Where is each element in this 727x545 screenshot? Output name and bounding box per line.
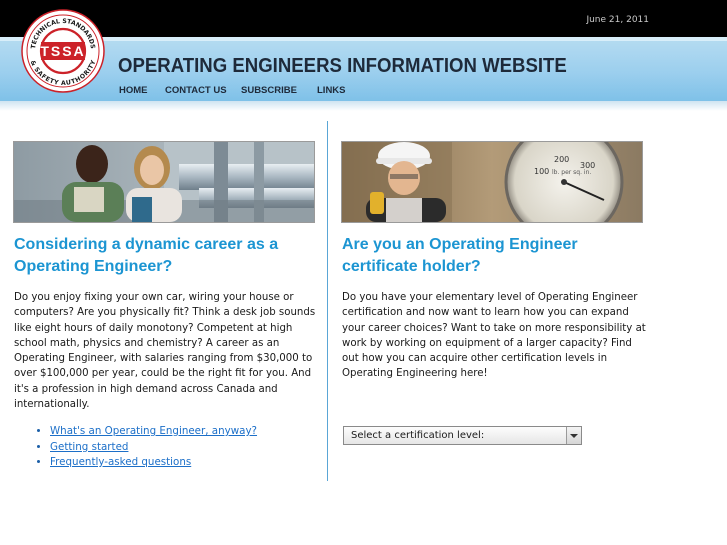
- date-label: June 21, 2011: [586, 15, 649, 25]
- engineer-photo: 100 200 300 lb. per sq. in.: [341, 141, 643, 223]
- nav-contact-us[interactable]: CONTACT US: [165, 85, 241, 96]
- gauge-number-100: 100: [534, 167, 549, 176]
- list-item: Frequently-asked questions: [50, 455, 257, 471]
- header-shadow: [0, 101, 727, 111]
- tssa-logo[interactable]: TECHNICAL STANDARDS & SAFETY AUTHORITY T…: [21, 9, 105, 93]
- banner-highlight: [0, 37, 727, 41]
- column-divider: [327, 121, 328, 481]
- gauge-number-200: 200: [554, 155, 569, 164]
- list-item: What's an Operating Engineer, anyway?: [50, 424, 257, 440]
- link-getting-started[interactable]: Getting started: [50, 441, 128, 453]
- certificate-body-text: Do you have your elementary level of Ope…: [342, 292, 646, 380]
- link-whats-an-operating-engineer[interactable]: What's an Operating Engineer, anyway?: [50, 425, 257, 437]
- students-photo: [13, 141, 315, 223]
- nav-links[interactable]: LINKS: [317, 85, 357, 96]
- certification-level-select[interactable]: Select a certification level:: [343, 426, 582, 445]
- top-bar: June 21, 2011: [0, 0, 727, 37]
- select-value: Select a certification level:: [351, 430, 485, 441]
- main-nav: HOME CONTACT US SUBSCRIBE LINKS: [119, 85, 357, 96]
- career-body-text: Do you enjoy fixing your own car, wiring…: [14, 292, 316, 411]
- career-links-list: What's an Operating Engineer, anyway? Ge…: [36, 424, 257, 471]
- gauge-unit: lb. per sq. in.: [552, 169, 591, 176]
- certificate-heading: Are you an Operating Engineer certificat…: [342, 236, 578, 275]
- link-faq[interactable]: Frequently-asked questions: [50, 456, 191, 468]
- dropdown-button[interactable]: [566, 427, 581, 444]
- list-item: Getting started: [50, 440, 257, 456]
- career-heading: Considering a dynamic career as a Operat…: [14, 236, 279, 275]
- nav-subscribe[interactable]: SUBSCRIBE: [241, 85, 317, 96]
- chevron-down-icon: [570, 434, 578, 438]
- nav-home[interactable]: HOME: [119, 85, 165, 96]
- logo-main-text: TSSA: [40, 43, 85, 59]
- site-title: OPERATING ENGINEERS INFORMATION WEBSITE: [118, 55, 567, 77]
